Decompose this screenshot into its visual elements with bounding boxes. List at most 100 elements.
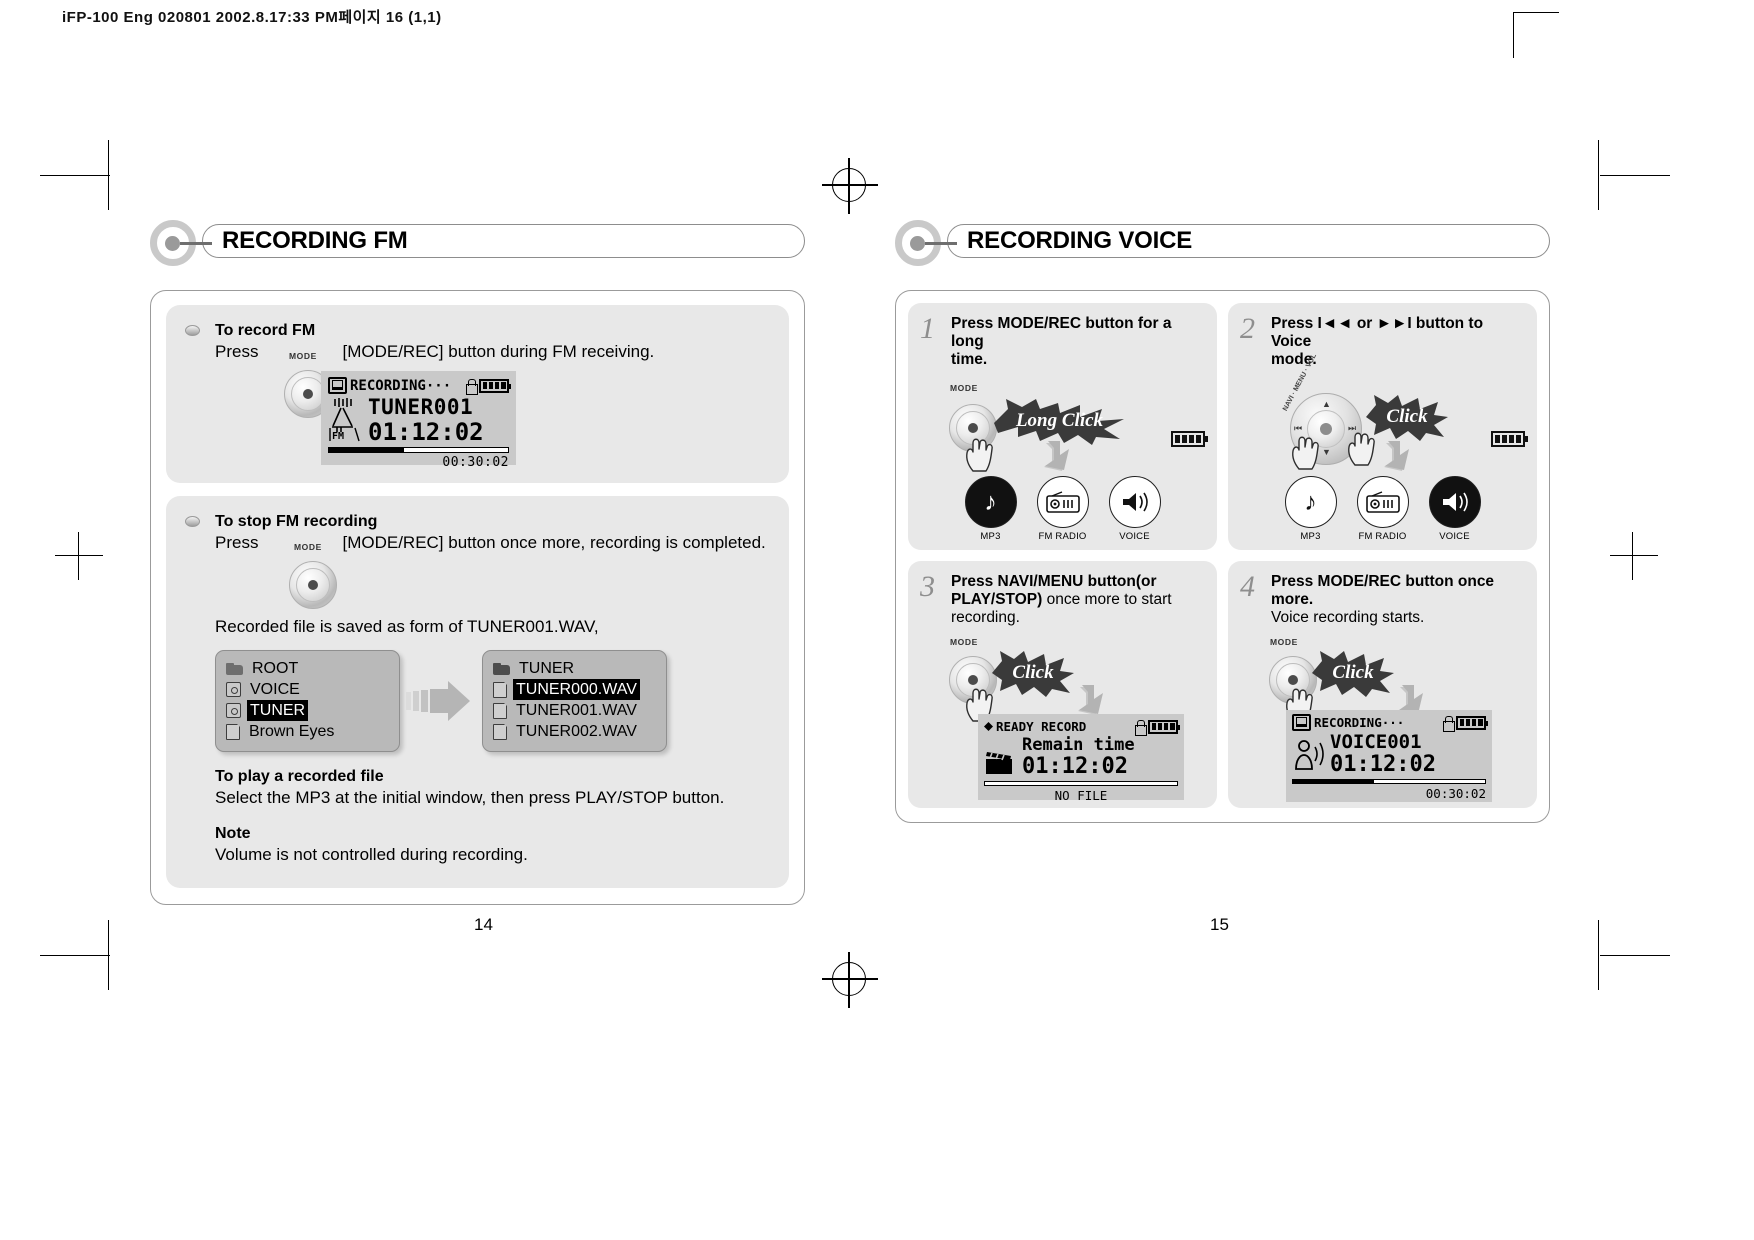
lcd-status-text: RECORDING···: [350, 377, 452, 394]
step-1: 1 Press MODE/REC button for a long time.…: [908, 303, 1217, 550]
step-text: Press NAVI/MENU button(or PLAY/STOP) onc…: [951, 573, 1205, 627]
step-text-rest: Voice recording starts.: [1271, 609, 1425, 626]
banner-knob-icon: [895, 218, 957, 266]
page-number-right: 15: [1210, 915, 1229, 934]
step-2: 2 Press I◄◄ or ►►I button to Voice mode.…: [1228, 303, 1537, 550]
lock-icon: [1443, 715, 1455, 732]
mode-icon-fm-radio[interactable]: FM RADIO: [1355, 476, 1411, 542]
click-burst: Click: [1310, 649, 1396, 697]
right-page: RECORDING VOICE 1 Press MODE/REC button …: [895, 218, 1550, 823]
mode-icon-row: ♪ MP3 FM RADIO VOICE: [963, 476, 1163, 542]
block-to-stop-fm-recording: To stop FM recording Press [MODE/REC] but…: [166, 496, 789, 888]
down-arrow-icon: [1378, 437, 1418, 477]
list-item-selected[interactable]: TUNER: [226, 700, 389, 721]
step-header: 2 Press I◄◄ or ►►I button to Voice mode.: [1240, 314, 1525, 369]
left-page: RECORDING FM To record FM Press [MODE/REC…: [150, 218, 805, 905]
instruction-text: [MODE/REC] button once more, recording i…: [342, 533, 766, 552]
lcd-status-text: READY RECORD: [996, 719, 1087, 734]
file-icon: [493, 702, 508, 719]
battery-icon: [1456, 715, 1488, 730]
list-item-label: TUNER000.WAV: [513, 679, 640, 700]
right-arrow-icon: [400, 678, 482, 724]
file-browser-right[interactable]: TUNER TUNER000.WAV TUNER001.WAV TUNER002…: [482, 650, 667, 752]
mode-icon-label: FM RADIO: [1358, 531, 1407, 542]
bullet-icon: [185, 516, 200, 527]
file-browser-left[interactable]: ROOT VOICE TUNER Brown Eyes: [215, 650, 400, 752]
mode-icon-voice[interactable]: VOICE: [1427, 476, 1483, 542]
file-browser-comparison: ROOT VOICE TUNER Brown Eyes TUNER TUNER0…: [215, 650, 769, 752]
tag-icon: [226, 682, 241, 697]
folder-icon: [226, 662, 243, 675]
record-icon: [1292, 714, 1311, 731]
step-1-illustration: MODE Long Click: [920, 379, 1205, 475]
mode-knob-label: MODE: [1270, 637, 1298, 647]
list-item-label: Brown Eyes: [249, 723, 335, 740]
mode-icon-label: VOICE: [1119, 531, 1150, 542]
step-number: 3: [920, 570, 935, 603]
step-text-bold2: PLAY/STOP): [951, 591, 1043, 608]
list-item-label: TUNER: [247, 700, 309, 721]
saved-file-note: Recorded file is saved as form of TUNER0…: [215, 617, 599, 636]
lcd-text-col: Remain time 01:12:02: [1022, 736, 1178, 779]
mode-icon-row: ♪ MP3 FM RADIO VOICE: [1283, 476, 1483, 542]
step-text-bold: Press MODE/REC button once more.: [1271, 573, 1495, 608]
down-arrow-icon: [1038, 437, 1078, 477]
list-item[interactable]: TUNER: [493, 658, 656, 679]
step-text-rest: time.: [951, 351, 988, 368]
battery-icon: [1148, 719, 1180, 734]
lcd-body: Remain time 01:12:02: [984, 736, 1178, 779]
step-header: 1 Press MODE/REC button for a long time.: [920, 314, 1205, 369]
page-spread: RECORDING FM To record FM Press [MODE/REC…: [0, 0, 1754, 1240]
list-item-selected[interactable]: TUNER000.WAV: [493, 679, 656, 700]
section-banner-fm: RECORDING FM: [150, 218, 805, 266]
press-label: Press: [215, 533, 259, 552]
burst-label: Click: [1386, 406, 1428, 427]
mode-rec-button-icon[interactable]: MODE: [286, 542, 342, 616]
mode-knob-label: MODE: [950, 637, 978, 647]
radio-icon: [1036, 476, 1089, 528]
clapper-icon-col: [984, 736, 1022, 779]
list-item[interactable]: ROOT: [226, 658, 389, 679]
file-icon: [226, 723, 241, 740]
mode-icon-fm-radio[interactable]: FM RADIO: [1035, 476, 1091, 542]
list-item[interactable]: Brown Eyes: [226, 721, 389, 742]
play-recorded-heading: To play a recorded file: [215, 768, 384, 785]
lock-icon: [466, 378, 478, 395]
list-item-label: TUNER: [519, 660, 575, 677]
step-4-illustration: MODE Click: [1240, 637, 1525, 722]
lcd-time: 01:12:02: [368, 418, 484, 446]
mode-icon-voice[interactable]: VOICE: [1107, 476, 1163, 542]
lcd-footer: NO FILE: [1054, 788, 1108, 803]
fm-antenna-icon: FM: [328, 396, 366, 444]
steps-grid: 1 Press MODE/REC button for a long time.…: [908, 303, 1537, 808]
radio-icon: [1356, 476, 1409, 528]
mode-icon-mp3[interactable]: ♪ MP3: [1283, 476, 1339, 542]
click-burst: Click: [990, 649, 1076, 697]
diamond-icon: [984, 722, 993, 731]
mode-icon-mp3[interactable]: ♪ MP3: [963, 476, 1019, 542]
mode-knob-label: MODE: [294, 542, 322, 552]
mode-icon-label: VOICE: [1439, 531, 1470, 542]
step-number: 4: [1240, 570, 1255, 603]
hand-pointer-icon: [1288, 433, 1322, 471]
lcd-track-title: TUNER001: [368, 395, 474, 419]
lcd-text-col: VOICE001 01:12:02: [1330, 732, 1486, 777]
list-item[interactable]: TUNER002.WAV: [493, 721, 656, 742]
lcd-elapsed-time: 00:30:02: [442, 455, 509, 470]
press-label: Press: [215, 342, 259, 361]
lcd-display-ready-record: READY RECORD Remain time 01:12:02 NO FIL…: [978, 714, 1184, 803]
list-item[interactable]: VOICE: [226, 679, 389, 700]
step-text-rest2: recording.: [951, 609, 1020, 626]
step-text-rest: once more to start: [1042, 591, 1172, 608]
step-text: Press MODE/REC button once more. Voice r…: [1271, 573, 1525, 627]
page-title-voice: RECORDING VOICE: [967, 227, 1193, 254]
voice-source-icon-col: [1292, 732, 1330, 777]
folder-icon: [493, 662, 510, 675]
file-icon: [493, 681, 508, 698]
block-to-record-fm: To record FM Press [MODE/REC] button duri…: [166, 305, 789, 483]
step-header: 3 Press NAVI/MENU button(or PLAY/STOP) o…: [920, 570, 1205, 627]
lcd-line-remain: Remain time: [1022, 735, 1135, 755]
lcd-time: 01:12:02: [1330, 752, 1436, 777]
block-heading: To record FM: [215, 322, 316, 339]
list-item[interactable]: TUNER001.WAV: [493, 700, 656, 721]
